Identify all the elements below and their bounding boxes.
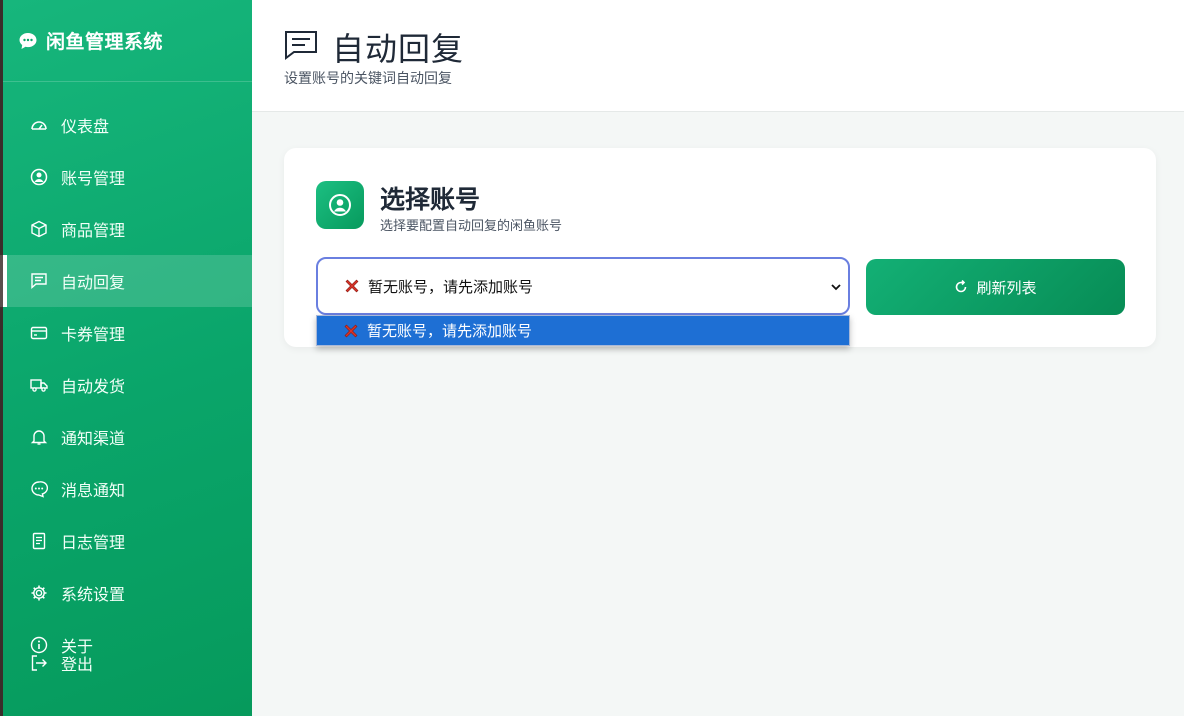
dropdown-option[interactable]: 暂无账号，请先添加账号 [317, 316, 849, 345]
sidebar-item-label: 商品管理 [61, 221, 126, 240]
sidebar-item-label: 自动回复 [61, 273, 126, 292]
sidebar-item-auto-reply[interactable]: 自动回复 [0, 255, 252, 307]
chevron-down-icon [831, 284, 841, 291]
message-square-icon [30, 272, 48, 290]
sidebar: 闲鱼管理系统 仪表盘 账号管理 商品管理 自动回复 卡券管理 自动发货 通知渠道… [0, 0, 252, 716]
chat-bubble-icon [19, 32, 37, 49]
refresh-icon [956, 280, 967, 293]
logout-icon [30, 654, 48, 672]
sidebar-item-auto-delivery[interactable]: 自动发货 [0, 359, 252, 411]
user-circle-icon [30, 168, 48, 186]
sidebar-item-settings[interactable]: 系统设置 [0, 567, 252, 619]
chat-dots-icon [30, 480, 48, 498]
sidebar-item-dashboard[interactable]: 仪表盘 [0, 99, 252, 151]
sidebar-item-products[interactable]: 商品管理 [0, 203, 252, 255]
cross-mark-icon [345, 279, 359, 293]
sidebar-item-label: 自动发货 [61, 377, 126, 396]
message-square-icon [285, 31, 317, 60]
truck-icon [30, 376, 48, 394]
sidebar-item-label: 卡券管理 [61, 325, 126, 344]
dropdown-option-label: 暂无账号，请先添加账号 [367, 322, 533, 340]
sidebar-item-messages[interactable]: 消息通知 [0, 463, 252, 515]
account-select[interactable]: 暂无账号，请先添加账号 [316, 257, 850, 315]
sidebar-item-about[interactable]: 关于 [30, 636, 230, 656]
gear-icon [30, 584, 48, 602]
cross-mark-icon [344, 324, 358, 337]
page-title: 自动回复 [332, 30, 465, 68]
bell-icon [30, 428, 48, 446]
account-dropdown-list: 暂无账号，请先添加账号 [316, 315, 850, 346]
user-circle-icon [316, 181, 364, 229]
card-subtitle: 选择要配置自动回复的闲鱼账号 [380, 219, 563, 234]
sidebar-item-logout[interactable]: 登出 [30, 654, 230, 674]
box-icon [30, 220, 48, 238]
card-title: 选择账号 [380, 185, 481, 214]
dashboard-icon [30, 116, 48, 134]
sidebar-item-label: 系统设置 [61, 585, 126, 604]
info-icon [30, 636, 48, 654]
sidebar-item-accounts[interactable]: 账号管理 [0, 151, 252, 203]
sidebar-item-label: 仪表盘 [61, 117, 110, 136]
sidebar-nav: 仪表盘 账号管理 商品管理 自动回复 卡券管理 自动发货 通知渠道 消息通知 日… [0, 99, 252, 619]
sidebar-footer: 关于 登出 [30, 636, 230, 674]
sidebar-item-notify-channels[interactable]: 通知渠道 [0, 411, 252, 463]
logout-label: 登出 [61, 655, 94, 674]
refresh-list-button[interactable]: 刷新列表 [866, 259, 1125, 315]
card-icon [30, 324, 48, 342]
sidebar-item-logs[interactable]: 日志管理 [0, 515, 252, 567]
sidebar-item-label: 账号管理 [61, 169, 126, 188]
document-icon [30, 532, 48, 550]
brand: 闲鱼管理系统 [0, 0, 252, 82]
sidebar-item-label: 通知渠道 [61, 429, 126, 448]
refresh-label: 刷新列表 [976, 279, 1037, 297]
page-header: 自动回复 设置账号的关键词自动回复 [252, 0, 1184, 112]
app-title: 闲鱼管理系统 [46, 31, 164, 53]
sidebar-item-label: 消息通知 [61, 481, 126, 500]
page-subtitle: 设置账号的关键词自动回复 [284, 71, 452, 87]
sidebar-item-label: 日志管理 [61, 533, 126, 552]
sidebar-item-cards[interactable]: 卡券管理 [0, 307, 252, 359]
account-select-value: 暂无账号，请先添加账号 [368, 277, 534, 296]
